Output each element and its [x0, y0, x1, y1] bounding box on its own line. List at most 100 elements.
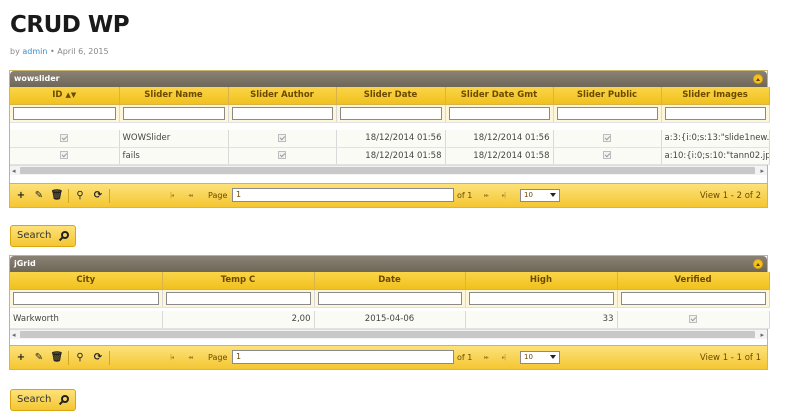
column-header-slider-date-gmt[interactable]: Slider Date Gmt [445, 87, 554, 105]
collapse-icon[interactable] [753, 259, 763, 269]
first-page-icon[interactable]: |◂ [170, 192, 174, 199]
grid-caption: wowslider [10, 71, 767, 87]
column-header-date[interactable]: Date [314, 272, 466, 290]
pager: + ✎ 🗑 ⚲ ⟳ |◂ ◂◂ Page 1 of 1 ▸▸ ▸| 10 Vie… [10, 344, 767, 369]
pager-divider [109, 350, 110, 365]
filter-city-input[interactable] [13, 291, 159, 305]
checkbox-icon[interactable] [603, 151, 611, 159]
column-header-slider-images[interactable]: Slider Images [661, 87, 770, 105]
prev-page-icon[interactable]: ◂◂ [188, 354, 193, 361]
column-header-city[interactable]: City [10, 272, 163, 290]
pager-divider [109, 188, 110, 203]
grid-table: ID ▲▼ Slider Name Slider Author Slider Da… [10, 87, 770, 165]
rows-per-page-select[interactable]: 10 [520, 350, 560, 364]
delete-icon[interactable]: 🗑 [50, 351, 64, 365]
edit-icon[interactable]: ✎ [32, 189, 46, 203]
collapse-icon[interactable] [753, 74, 763, 84]
slider-images-cell: a:3:{i:0;s:13:"slide1new.jp [661, 130, 770, 148]
first-page-icon[interactable]: |◂ [170, 354, 174, 361]
filter-verified-input[interactable] [620, 291, 766, 305]
filter-id-input[interactable] [13, 106, 116, 120]
prev-page-icon[interactable]: ◂◂ [188, 192, 193, 199]
filter-row [10, 289, 770, 308]
filter-temp-input[interactable] [165, 291, 311, 305]
checkbox-icon[interactable] [603, 133, 611, 142]
filter-slider-date-input[interactable] [339, 106, 442, 120]
checkbox-icon[interactable] [278, 133, 286, 142]
wowslider-grid: wowslider ID ▲▼ Slider Name Slider Author… [9, 70, 770, 208]
last-page-icon[interactable]: ▸| [502, 192, 506, 199]
column-header-id[interactable]: ID ▲▼ [10, 87, 120, 105]
search-icon [61, 231, 69, 239]
filter-high-input[interactable] [468, 291, 614, 305]
of-pages-label: of 1 [457, 352, 473, 362]
date-cell: 2015-04-06 [314, 311, 466, 329]
checkbox-icon[interactable] [60, 133, 69, 142]
slider-images-cell: a:10:{i:0;s:10:"tann02.jpg [661, 147, 770, 165]
meta-separator: • [47, 47, 58, 56]
horizontal-scrollbar[interactable]: ◂ ▸ [10, 164, 767, 176]
id-cell [10, 147, 120, 165]
add-icon[interactable]: + [14, 189, 28, 203]
delete-icon[interactable]: 🗑 [50, 189, 64, 203]
city-cell: Warkworth [10, 311, 163, 329]
add-icon[interactable]: + [14, 351, 28, 365]
table-row[interactable]: Warkworth 2,00 2015-04-06 33 [10, 311, 770, 329]
filter-slider-author-input[interactable] [231, 106, 333, 120]
filter-slider-date-gmt-input[interactable] [448, 106, 550, 120]
last-page-icon[interactable]: ▸| [502, 354, 506, 361]
scroll-right-icon[interactable]: ▸ [760, 166, 764, 176]
jgrid-grid: jGrid City Temp C Date High Verified War… [9, 255, 770, 370]
next-page-icon[interactable]: ▸▸ [484, 192, 489, 199]
table-row[interactable]: fails 18/12/2014 01:58 18/12/2014 01:58 … [10, 147, 770, 165]
checkbox-icon[interactable] [689, 314, 697, 323]
view-records-label: View 1 - 2 of 2 [699, 190, 761, 201]
column-header-temp-c[interactable]: Temp C [162, 272, 315, 290]
scroll-left-icon[interactable]: ◂ [12, 166, 16, 176]
column-header-slider-author[interactable]: Slider Author [228, 87, 337, 105]
grid-spacer [10, 175, 767, 183]
checkbox-icon[interactable] [60, 151, 69, 159]
search-icon[interactable]: ⚲ [73, 189, 87, 203]
search-button[interactable]: Search [10, 389, 76, 411]
edit-icon[interactable]: ✎ [32, 351, 46, 365]
refresh-icon[interactable]: ⟳ [91, 351, 105, 365]
refresh-icon[interactable]: ⟳ [91, 189, 105, 203]
checkbox-icon[interactable] [278, 151, 286, 159]
page-input[interactable]: 1 [232, 349, 454, 364]
scroll-right-icon[interactable]: ▸ [760, 330, 764, 340]
scroll-thumb[interactable] [20, 330, 755, 338]
filter-date-input[interactable] [317, 291, 462, 305]
scroll-left-icon[interactable]: ◂ [12, 330, 16, 340]
slider-date-cell: 18/12/2014 01:58 [336, 147, 446, 165]
column-header-slider-public[interactable]: Slider Public [553, 87, 662, 105]
search-icon [61, 395, 69, 403]
post-title: CRUD WP [10, 12, 130, 38]
grid-caption: jGrid [10, 256, 767, 272]
search-icon[interactable]: ⚲ [73, 351, 87, 365]
grid-caption-text: wowslider [14, 74, 60, 83]
chevron-down-icon [550, 354, 556, 359]
search-button[interactable]: Search [10, 225, 76, 247]
column-header-high[interactable]: High [465, 272, 618, 290]
page-input[interactable]: 1 [232, 187, 454, 202]
scroll-thumb[interactable] [20, 166, 755, 174]
next-page-icon[interactable]: ▸▸ [484, 354, 489, 361]
author-link[interactable]: admin [22, 47, 47, 56]
filter-slider-images-input[interactable] [664, 106, 766, 120]
filter-slider-name-input[interactable] [122, 106, 225, 120]
table-row[interactable]: WOWSlider 18/12/2014 01:56 18/12/2014 01… [10, 130, 770, 148]
horizontal-scrollbar[interactable]: ◂ ▸ [10, 328, 767, 340]
column-header-verified[interactable]: Verified [617, 272, 770, 290]
slider-name-cell: WOWSlider [119, 130, 229, 148]
filter-slider-public-input[interactable] [556, 106, 658, 120]
slider-public-cell [553, 147, 662, 165]
filter-row [10, 104, 770, 123]
rows-per-page-select[interactable]: 10 [520, 188, 560, 202]
sort-icon: ▲▼ [65, 91, 77, 100]
column-header-slider-name[interactable]: Slider Name [119, 87, 229, 105]
slider-date-cell: 18/12/2014 01:56 [336, 130, 446, 148]
spacer-row [10, 122, 769, 130]
column-header-slider-date[interactable]: Slider Date [336, 87, 446, 105]
temp-cell: 2,00 [162, 311, 315, 329]
